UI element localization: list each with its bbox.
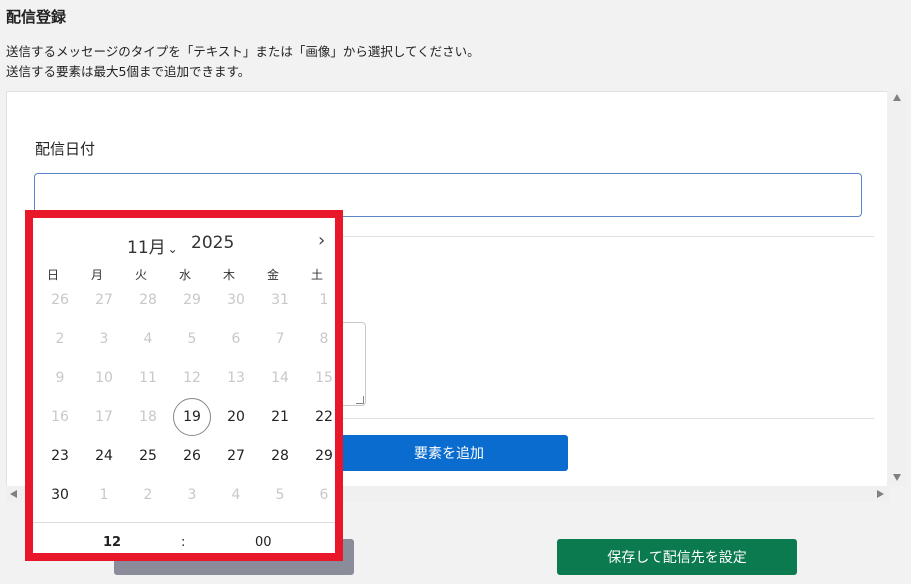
datepicker-popup: 11月 ⌄ 2025 › 日月火水木金土 26 27 28 29 30 31 1 2 3 4 5 6 7 8… bbox=[25, 210, 343, 561]
chevron-down-icon: ⌄ bbox=[167, 242, 178, 256]
calendar-day[interactable]: 20 bbox=[217, 398, 255, 436]
calendar-day[interactable]: 29 bbox=[305, 437, 343, 475]
calendar-day: 4 bbox=[231, 487, 241, 503]
calendar-day[interactable]: 28 bbox=[261, 437, 299, 475]
calendar-day[interactable]: 30 bbox=[41, 476, 79, 514]
calendar-day: 4 bbox=[143, 331, 153, 347]
calendar-day: 30 bbox=[227, 292, 245, 308]
month-select[interactable]: 11月 ⌄ bbox=[127, 233, 178, 258]
month-label: 11月 bbox=[127, 238, 166, 258]
page: 配信登録 送信するメッセージのタイプを「テキスト」または「画像」から選択してくだ… bbox=[0, 0, 911, 584]
calendar-day: 10 bbox=[95, 370, 113, 386]
calendar-day: 16 bbox=[51, 409, 69, 425]
calendar-day: 6 bbox=[231, 331, 241, 347]
calendar-day: 3 bbox=[187, 487, 197, 503]
calendar-day: 5 bbox=[275, 487, 285, 503]
page-description: 送信するメッセージのタイプを「テキスト」または「画像」から選択してください。 送… bbox=[6, 42, 480, 82]
chevron-right-icon[interactable]: › bbox=[318, 230, 325, 251]
calendar-day[interactable]: 26 bbox=[173, 437, 211, 475]
year-label[interactable]: 2025 bbox=[191, 233, 234, 253]
add-element-button[interactable]: 要素を追加 bbox=[330, 435, 568, 471]
calendar-day[interactable]: 24 bbox=[85, 437, 123, 475]
calendar-day: 9 bbox=[55, 370, 65, 386]
calendar-day: 11 bbox=[139, 370, 157, 386]
calendar-day: 1 bbox=[99, 487, 109, 503]
calendar-day: 18 bbox=[139, 409, 157, 425]
calendar-day: 5 bbox=[187, 331, 197, 347]
calendar-day: 3 bbox=[99, 331, 109, 347]
calendar-day: 8 bbox=[319, 331, 329, 347]
scroll-right-icon[interactable] bbox=[877, 490, 884, 498]
calendar-day: 7 bbox=[275, 331, 285, 347]
calendar-day: 2 bbox=[55, 331, 65, 347]
calendar-grid: 26 27 28 29 30 31 1 2 3 4 5 6 7 8 9 10 11 12 13 14 15 16 17 18 1… bbox=[33, 290, 335, 530]
calendar-day: 2 bbox=[143, 487, 153, 503]
date-label: 配信日付 bbox=[35, 140, 96, 158]
datepicker-header: 11月 ⌄ 2025 › bbox=[33, 228, 335, 258]
time-picker: 12 : 00 bbox=[33, 522, 335, 561]
calendar-day: 17 bbox=[95, 409, 113, 425]
scroll-down-icon[interactable] bbox=[893, 474, 901, 481]
calendar-day: 12 bbox=[183, 370, 201, 386]
calendar-day: 14 bbox=[271, 370, 289, 386]
calendar-day[interactable]: 25 bbox=[129, 437, 167, 475]
description-line-1: 送信するメッセージのタイプを「テキスト」または「画像」から選択してください。 bbox=[6, 44, 480, 59]
calendar-day[interactable]: 27 bbox=[217, 437, 255, 475]
calendar-day: 1 bbox=[319, 292, 329, 308]
time-separator: : bbox=[181, 535, 186, 550]
scroll-left-icon[interactable] bbox=[10, 490, 17, 498]
calendar-day[interactable]: 23 bbox=[41, 437, 79, 475]
resize-handle-icon[interactable] bbox=[356, 396, 364, 404]
hour-input[interactable]: 12 bbox=[103, 535, 121, 550]
calendar-day: 26 bbox=[51, 292, 69, 308]
calendar-day: 31 bbox=[271, 292, 289, 308]
scroll-up-icon[interactable] bbox=[893, 94, 901, 101]
calendar-day: 13 bbox=[227, 370, 245, 386]
description-line-2: 送信する要素は最大5個まで追加できます。 bbox=[6, 64, 251, 79]
calendar-day[interactable]: 22 bbox=[305, 398, 343, 436]
page-title: 配信登録 bbox=[6, 8, 67, 26]
minute-input[interactable]: 00 bbox=[255, 535, 272, 550]
save-and-set-destination-button[interactable]: 保存して配信先を設定 bbox=[557, 539, 797, 575]
calendar-day[interactable]: 19 bbox=[173, 398, 211, 436]
calendar-day: 28 bbox=[139, 292, 157, 308]
calendar-day[interactable]: 21 bbox=[261, 398, 299, 436]
calendar-day: 6 bbox=[319, 487, 329, 503]
vertical-scrollbar[interactable] bbox=[887, 91, 907, 486]
calendar-day: 15 bbox=[315, 370, 333, 386]
calendar-day: 27 bbox=[95, 292, 113, 308]
calendar-day: 29 bbox=[183, 292, 201, 308]
